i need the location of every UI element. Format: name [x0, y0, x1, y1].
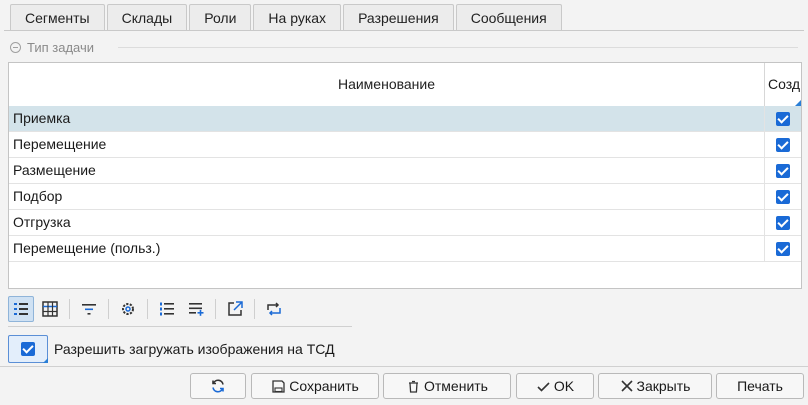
cancel-button-label: Отменить	[424, 378, 488, 394]
group-header-task-type[interactable]: Тип задачи	[10, 38, 94, 56]
cell-name: Перемещение (польз.)	[9, 236, 765, 261]
cell-create	[765, 236, 801, 261]
tab-permissions[interactable]: Разрешения	[343, 4, 454, 30]
group-label: Тип задачи	[27, 39, 95, 55]
filter-icon	[82, 304, 96, 315]
task-type-table: Наименование Созд Приемка Перемещение Ра…	[8, 62, 802, 289]
cell-name: Перемещение	[9, 132, 765, 157]
grid-view-button[interactable]	[37, 296, 63, 322]
tab-messages[interactable]: Сообщения	[455, 4, 562, 30]
list-view-icon	[14, 303, 28, 315]
transfer-icon	[267, 302, 281, 316]
group-divider	[118, 47, 798, 48]
save-icon	[271, 379, 286, 394]
numbered-list-button[interactable]	[154, 296, 180, 322]
save-button[interactable]: Сохранить	[251, 373, 379, 399]
column-header-name[interactable]: Наименование	[9, 63, 765, 106]
create-checkbox[interactable]	[776, 163, 790, 178]
tab-roles[interactable]: Роли	[189, 4, 252, 30]
tab-divider	[4, 30, 804, 31]
cell-name: Отгрузка	[9, 210, 765, 235]
tab-segments[interactable]: Сегменты	[10, 4, 105, 30]
export-icon	[228, 301, 243, 316]
toolbar-separator	[108, 299, 109, 319]
checkbox-checked-icon	[21, 342, 35, 356]
cell-name: Приемка	[9, 106, 765, 131]
table-row[interactable]: Перемещение	[9, 132, 801, 158]
close-icon	[620, 379, 634, 393]
cell-create	[765, 132, 801, 157]
print-button-label: Печать	[737, 378, 783, 394]
list-view-button[interactable]	[8, 296, 34, 322]
settings-icon	[122, 303, 134, 315]
table-toolbar	[8, 294, 290, 324]
cell-create	[765, 210, 801, 235]
filter-button[interactable]	[76, 296, 102, 322]
cancel-button[interactable]: Отменить	[383, 373, 511, 399]
tab-bar: Сегменты Склады Роли На руках Разрешения…	[10, 4, 564, 32]
table-row[interactable]: Размещение	[9, 158, 801, 184]
cell-create	[765, 158, 801, 183]
toolbar-separator	[147, 299, 148, 319]
create-checkbox[interactable]	[776, 241, 790, 256]
create-checkbox[interactable]	[776, 215, 790, 230]
toolbar-separator	[69, 299, 70, 319]
close-button[interactable]: Закрыть	[598, 373, 712, 399]
export-button[interactable]	[222, 296, 248, 322]
ok-button[interactable]: OK	[516, 373, 594, 399]
cell-create	[765, 184, 801, 209]
cell-create	[765, 106, 801, 131]
collapse-icon[interactable]	[10, 41, 21, 53]
check-icon	[536, 379, 551, 394]
numbered-list-icon	[160, 302, 174, 316]
column-header-create-label: Созд	[768, 76, 801, 92]
upload-images-checkbox[interactable]	[8, 335, 48, 363]
table-body: Приемка Перемещение Размещение Подбор От…	[9, 106, 801, 262]
cell-name: Подбор	[9, 184, 765, 209]
save-button-label: Сохранить	[289, 378, 359, 394]
footer-divider	[0, 366, 808, 367]
create-checkbox[interactable]	[776, 137, 790, 152]
create-checkbox[interactable]	[776, 111, 790, 126]
table-header: Наименование Созд	[9, 63, 801, 107]
column-header-create[interactable]: Созд	[765, 63, 801, 106]
add-list-button[interactable]	[183, 296, 209, 322]
transfer-button[interactable]	[261, 296, 287, 322]
tab-warehouses[interactable]: Склады	[106, 4, 188, 30]
settings-button[interactable]	[115, 296, 141, 322]
table-row[interactable]: Отгрузка	[9, 210, 801, 236]
toolbar-separator	[254, 299, 255, 319]
upload-images-label: Разрешить загружать изображения на ТСД	[54, 341, 335, 357]
table-row[interactable]: Перемещение (польз.)	[9, 236, 801, 262]
toolbar-divider	[8, 326, 352, 327]
toolbar-separator	[215, 299, 216, 319]
table-row[interactable]: Приемка	[9, 106, 801, 132]
ok-button-label: OK	[553, 378, 575, 394]
refresh-icon	[212, 379, 224, 393]
cell-name: Размещение	[9, 158, 765, 183]
create-checkbox[interactable]	[776, 189, 790, 204]
add-list-icon	[189, 303, 204, 316]
close-button-label: Закрыть	[636, 378, 691, 394]
upload-images-option: Разрешить загружать изображения на ТСД	[8, 334, 335, 364]
refresh-button[interactable]	[190, 373, 246, 399]
trash-icon	[406, 379, 421, 394]
tab-on-hand[interactable]: На руках	[253, 4, 342, 30]
print-button[interactable]: Печать	[716, 373, 804, 399]
grid-view-icon	[42, 301, 58, 317]
table-row[interactable]: Подбор	[9, 184, 801, 210]
